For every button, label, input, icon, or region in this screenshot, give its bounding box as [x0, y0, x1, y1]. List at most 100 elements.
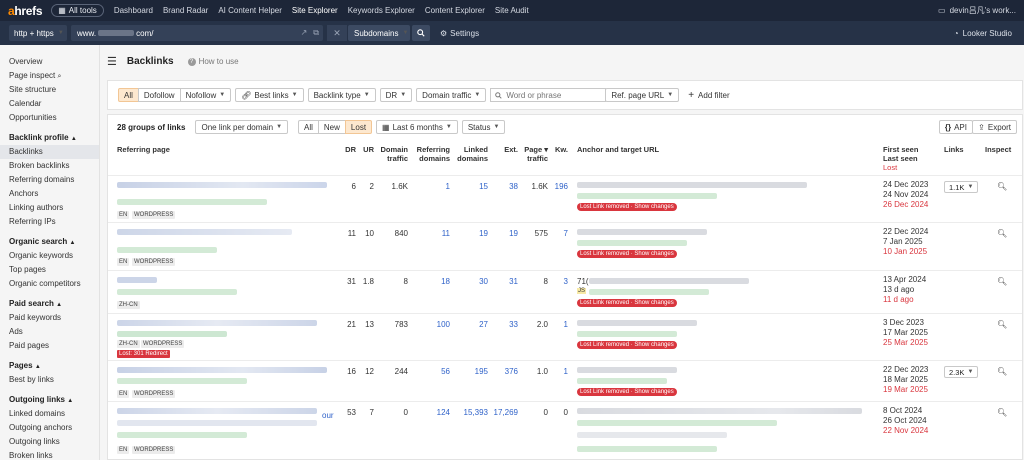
redacted-url[interactable]: [117, 408, 317, 414]
nav-site-audit[interactable]: Site Audit: [495, 6, 529, 15]
nav-ai-content-helper[interactable]: AI Content Helper: [218, 6, 282, 15]
sidebar-item-calendar[interactable]: Calendar: [0, 97, 99, 111]
sidebar-item-broken-links[interactable]: Broken links: [0, 449, 99, 460]
cell-kw[interactable]: 1: [550, 367, 568, 376]
sidebar-item-outgoing-links[interactable]: Outgoing links: [0, 435, 99, 449]
redacted-url[interactable]: [117, 247, 217, 253]
header-referring-page[interactable]: Referring page: [117, 145, 170, 154]
cell-referring-domains[interactable]: 11: [410, 229, 450, 238]
redacted-target-url[interactable]: [577, 446, 717, 452]
nav-brand-radar[interactable]: Brand Radar: [163, 6, 208, 15]
sidebar-item-linked-domains[interactable]: Linked domains: [0, 407, 99, 421]
redacted-url[interactable]: [117, 199, 267, 205]
cell-referring-domains[interactable]: 100: [410, 320, 450, 329]
copy-icon[interactable]: ⧉: [313, 28, 319, 38]
inspect-icon[interactable]: 🔍︎: [997, 182, 1007, 191]
export-button[interactable]: ⇪ Export: [972, 120, 1017, 134]
header-linked-domains[interactable]: Linked domains: [452, 145, 488, 163]
cell-linked-domains[interactable]: 19: [452, 229, 488, 238]
best-links-filter[interactable]: 🔗︎ Best links ▼: [235, 88, 304, 102]
cell-kw[interactable]: 7: [550, 229, 568, 238]
header-dr[interactable]: DR: [340, 145, 356, 154]
redacted-target-url[interactable]: [577, 193, 717, 199]
sidebar-item-organic-keywords[interactable]: Organic keywords: [0, 249, 99, 263]
sidebar-item-paid-keywords[interactable]: Paid keywords: [0, 311, 99, 325]
redacted-url[interactable]: [117, 182, 327, 188]
add-filter-button[interactable]: + Add filter: [688, 90, 729, 101]
cell-referring-domains[interactable]: 1: [410, 182, 450, 191]
all-tools-button[interactable]: ▦ All tools: [51, 4, 104, 17]
cell-linked-domains[interactable]: 15: [452, 182, 488, 191]
sidebar-item-ads[interactable]: Ads: [0, 325, 99, 339]
header-dates[interactable]: First seen Last seen Lost: [883, 145, 918, 172]
sidebar-section-outgoing-links[interactable]: Outgoing links ▲: [0, 391, 99, 407]
inspect-icon[interactable]: 🔍︎: [997, 229, 1007, 238]
api-button[interactable]: {} API: [938, 120, 973, 134]
tab-all[interactable]: All: [118, 88, 139, 102]
redacted-target-url[interactable]: [577, 420, 777, 426]
sidebar-section-paid-search[interactable]: Paid search ▲: [0, 295, 99, 311]
redacted-url[interactable]: [117, 432, 247, 438]
header-anchor[interactable]: Anchor and target URL: [577, 145, 659, 154]
cell-ext[interactable]: 17,269: [490, 408, 518, 417]
cell-referring-domains[interactable]: 18: [410, 277, 450, 286]
sidebar-item-site-structure[interactable]: Site structure: [0, 83, 99, 97]
nav-dashboard[interactable]: Dashboard: [114, 6, 153, 15]
sidebar-item-outgoing-anchors[interactable]: Outgoing anchors: [0, 421, 99, 435]
inspect-icon[interactable]: 🔍︎: [997, 277, 1007, 286]
keyword-search-field[interactable]: [490, 88, 607, 102]
domain-traffic-filter[interactable]: Domain traffic ▼: [416, 88, 487, 102]
cell-ext[interactable]: 33: [490, 320, 518, 329]
lost-status-badge[interactable]: Lost Link removed · Show changes: [577, 203, 677, 211]
protocol-select[interactable]: http + https ▼: [9, 25, 67, 41]
lost-status-badge[interactable]: Lost Link removed · Show changes: [577, 250, 677, 258]
cell-linked-domains[interactable]: 195: [452, 367, 488, 376]
cell-referring-domains[interactable]: 56: [410, 367, 450, 376]
header-page-traffic[interactable]: Page ▾ traffic: [520, 145, 548, 163]
referring-page-text[interactable]: our: [322, 411, 334, 420]
lost-status-badge[interactable]: Lost Link removed · Show changes: [577, 299, 677, 307]
settings-button[interactable]: ⚙ Settings: [440, 29, 479, 38]
nav-site-explorer[interactable]: Site Explorer: [292, 6, 338, 15]
header-kw[interactable]: Kw.: [550, 145, 568, 154]
sidebar-item-overview[interactable]: Overview: [0, 55, 99, 69]
tab-dofollow[interactable]: Dofollow: [137, 88, 181, 102]
nav-content-explorer[interactable]: Content Explorer: [425, 6, 485, 15]
nav-keywords-explorer[interactable]: Keywords Explorer: [348, 6, 415, 15]
how-to-use-link[interactable]: ? How to use: [187, 57, 239, 66]
looker-studio-button[interactable]: ◔ Looker Studio: [954, 29, 1012, 38]
redacted-url[interactable]: [117, 378, 247, 384]
sidebar-item-top-pages[interactable]: Top pages: [0, 263, 99, 277]
cell-kw[interactable]: 3: [550, 277, 568, 286]
sidebar-item-opportunities[interactable]: Opportunities: [0, 111, 99, 125]
status-select[interactable]: Status ▼: [461, 120, 506, 134]
dr-filter[interactable]: DR ▼: [379, 88, 413, 102]
cell-ext[interactable]: 376: [490, 367, 518, 376]
redacted-target-url[interactable]: [589, 289, 709, 295]
cell-referring-domains[interactable]: 124: [410, 408, 450, 417]
sidebar-item-linking-authors[interactable]: Linking authors: [0, 201, 99, 215]
sidebar-section-backlink-profile[interactable]: Backlink profile ▲: [0, 129, 99, 145]
menu-icon[interactable]: ☰: [107, 55, 117, 68]
redacted-target-url[interactable]: [577, 378, 667, 384]
sidebar-section-organic-search[interactable]: Organic search ▲: [0, 233, 99, 249]
external-link-icon[interactable]: ↗: [301, 28, 308, 38]
target-url-input[interactable]: www. com/ ↗ ⧉: [71, 25, 323, 41]
cell-linked-domains[interactable]: 27: [452, 320, 488, 329]
cell-ext[interactable]: 38: [490, 182, 518, 191]
tab-nofollow[interactable]: Nofollow ▼: [179, 88, 232, 102]
header-referring-domains[interactable]: Referring domains: [410, 145, 450, 163]
sidebar-section-pages[interactable]: Pages ▲: [0, 357, 99, 373]
cell-kw[interactable]: 196: [550, 182, 568, 191]
redacted-target-url[interactable]: [577, 240, 687, 246]
links-count-select[interactable]: 2.3K ▼: [944, 366, 979, 378]
sidebar-item-broken-backlinks[interactable]: Broken backlinks: [0, 159, 99, 173]
redacted-url[interactable]: [117, 229, 292, 235]
inspect-icon[interactable]: 🔍︎: [997, 367, 1007, 376]
cell-ext[interactable]: 31: [490, 277, 518, 286]
grouping-select[interactable]: One link per domain ▼: [195, 120, 289, 134]
keyword-search-input[interactable]: [506, 90, 597, 100]
inspect-icon[interactable]: 🔍︎: [997, 320, 1007, 329]
clear-url-button[interactable]: ✕: [327, 25, 347, 41]
header-domain-traffic[interactable]: Domain traffic: [376, 145, 408, 163]
